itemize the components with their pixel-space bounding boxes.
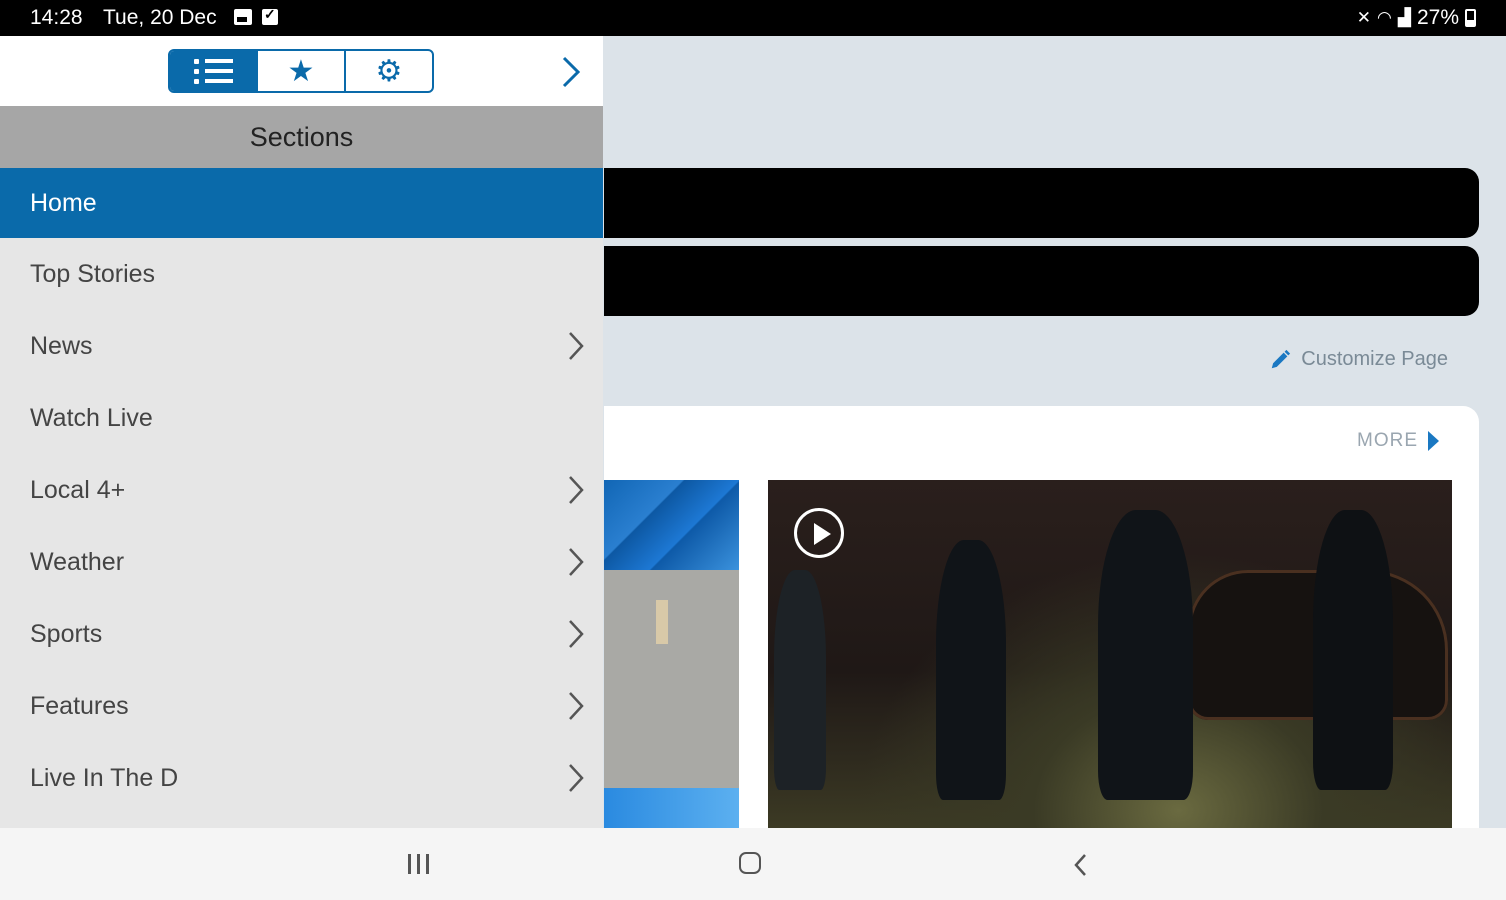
drawer-tab-group: ★ ⚙	[168, 49, 434, 93]
status-bar: 14:28 Tue, 20 Dec ✕ ◠ ▟ 27%	[0, 0, 1506, 36]
sidebar-item-label: Watch Live	[30, 403, 153, 432]
stories-card: MORE	[604, 406, 1479, 836]
gallery-notification-icon	[234, 9, 252, 25]
sidebar-item-label: Home	[30, 188, 97, 217]
notification-icons	[234, 6, 278, 25]
tab-sections-list[interactable]	[170, 51, 256, 91]
secondary-banner[interactable]	[604, 246, 1479, 316]
sidebar-item-watch-live[interactable]: Watch Live	[0, 382, 603, 454]
sidebar-item-weather[interactable]: Weather	[0, 526, 603, 598]
navigation-drawer: ★ ⚙ Sections Home Top Stories News Watch Li…	[0, 36, 603, 828]
play-icon[interactable]	[794, 508, 844, 558]
sidebar-item-sports[interactable]: Sports	[0, 598, 603, 670]
chevron-right-icon[interactable]	[566, 690, 586, 722]
customize-page-button[interactable]: Customize Page	[1269, 348, 1448, 371]
chevron-right-icon[interactable]	[566, 618, 586, 650]
list-icon	[193, 58, 233, 84]
chevron-right-icon[interactable]	[566, 474, 586, 506]
star-icon: ★	[287, 54, 315, 88]
thumbnail-detail	[1098, 510, 1193, 800]
thumbnail-detail	[936, 540, 1006, 800]
thumbnail-detail	[656, 600, 668, 644]
drawer-header: ★ ⚙	[0, 36, 603, 106]
thumbnail-graphic	[604, 480, 739, 570]
chevron-right-icon[interactable]	[566, 762, 586, 794]
sidebar-item-label: Top Stories	[30, 259, 156, 288]
story-thumbnail[interactable]	[604, 480, 739, 828]
arrow-right-icon	[1428, 431, 1439, 451]
status-time: 14:28	[30, 6, 83, 29]
sections-menu: Home Top Stories News Watch Live Local 4+ Wea…	[0, 168, 603, 814]
system-navigation-bar	[0, 828, 1506, 900]
system-icons: ✕ ◠ ▟ 27%	[1357, 6, 1476, 30]
wifi-icon: ◠	[1377, 8, 1392, 27]
recent-apps-icon	[408, 854, 411, 874]
pencil-icon	[1272, 349, 1291, 368]
sidebar-item-label: Features	[30, 691, 129, 720]
chevron-right-icon[interactable]	[566, 546, 586, 578]
sidebar-item-label: Local 4+	[30, 475, 126, 504]
task-notification-icon	[262, 6, 278, 25]
status-date: Tue, 20 Dec	[103, 6, 217, 29]
thumbnail-detail	[1313, 510, 1393, 790]
thumbnail-graphic	[604, 788, 739, 828]
sections-header: Sections	[0, 106, 603, 168]
chevron-right-icon[interactable]	[556, 54, 586, 90]
more-link[interactable]: MORE	[1357, 430, 1439, 452]
sidebar-item-features[interactable]: Features	[0, 670, 603, 742]
recent-apps-button[interactable]	[408, 854, 429, 874]
sidebar-item-label: Live In The D	[30, 763, 179, 792]
tab-settings[interactable]: ⚙	[344, 51, 432, 91]
sidebar-item-label: News	[30, 331, 93, 360]
signal-icon: ▟	[1397, 8, 1411, 27]
battery-percent: 27%	[1416, 6, 1459, 29]
tab-favorites[interactable]: ★	[256, 51, 344, 91]
more-label: MORE	[1357, 430, 1418, 451]
customize-page-label: Customize Page	[1301, 348, 1448, 370]
home-button[interactable]	[739, 852, 761, 874]
sidebar-item-news[interactable]: News	[0, 310, 603, 382]
sidebar-item-live-in-the-d[interactable]: Live In The D	[0, 742, 603, 814]
thumbnail-detail	[774, 570, 826, 790]
back-button[interactable]	[1072, 852, 1090, 878]
chevron-right-icon[interactable]	[566, 330, 586, 362]
battery-icon	[1465, 9, 1476, 27]
sidebar-item-label: Sports	[30, 619, 103, 648]
top-banner[interactable]	[604, 168, 1479, 238]
gear-icon: ⚙	[375, 54, 403, 88]
video-thumbnail[interactable]	[768, 480, 1452, 828]
sidebar-item-local-4[interactable]: Local 4+	[0, 454, 603, 526]
sidebar-item-top-stories[interactable]: Top Stories	[0, 238, 603, 310]
sidebar-item-home[interactable]: Home	[0, 168, 603, 238]
sidebar-item-label: Weather	[30, 547, 125, 576]
mute-icon: ✕	[1356, 8, 1372, 27]
